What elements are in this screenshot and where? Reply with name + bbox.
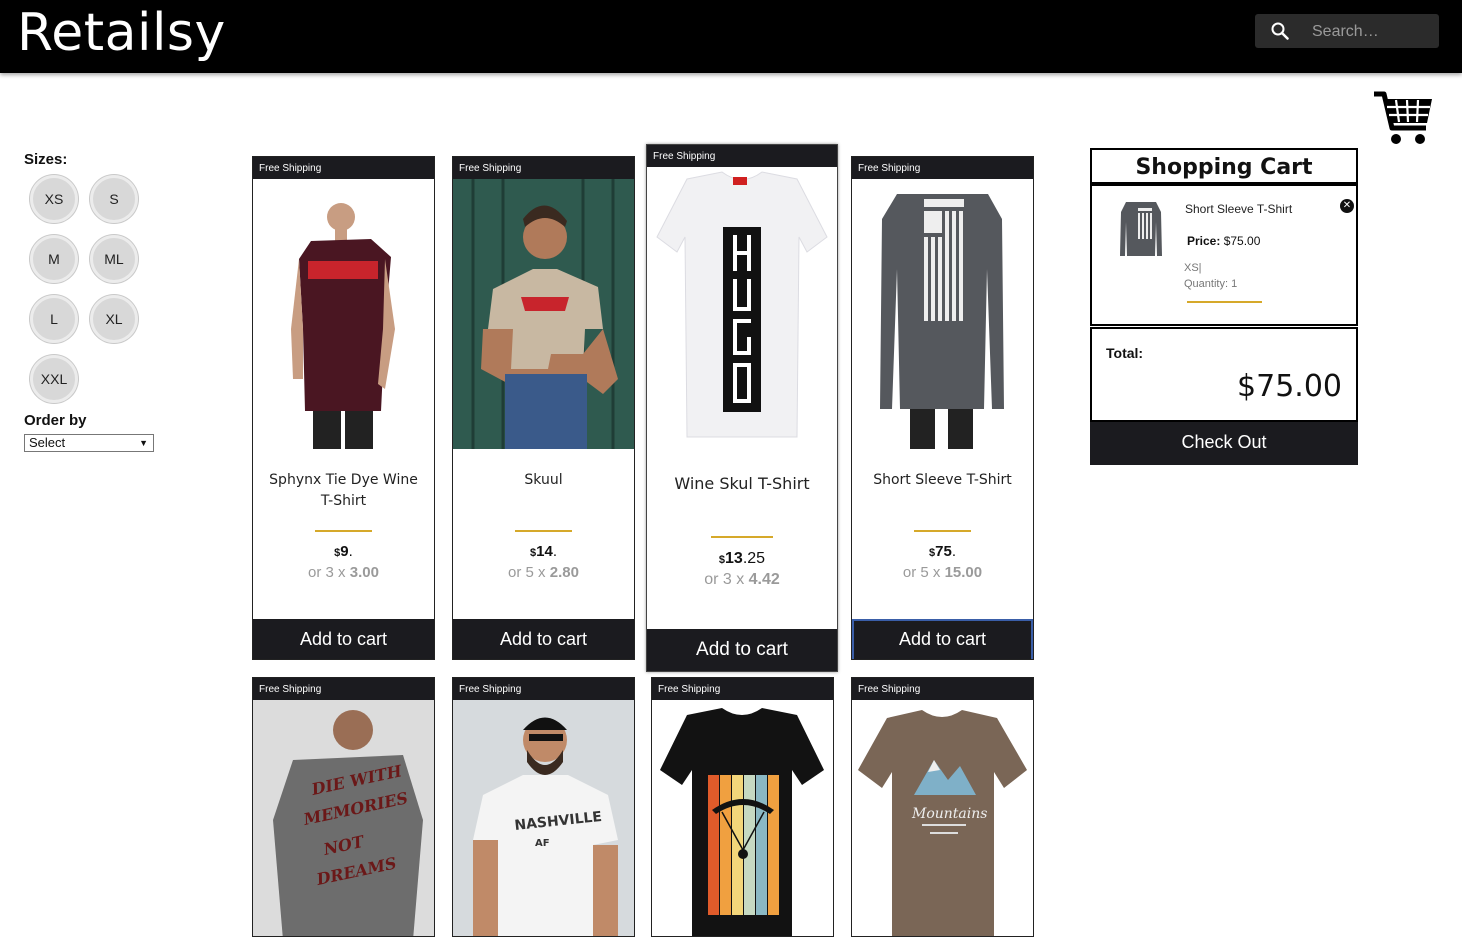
total-label: Total:: [1106, 345, 1144, 361]
top-bar: Retailsy: [0, 0, 1462, 73]
add-to-cart-button[interactable]: Add to cart: [453, 619, 634, 659]
free-shipping-badge: Free Shipping: [453, 678, 634, 700]
installment-price: or 3 x 4.42: [704, 571, 780, 588]
product-card[interactable]: Free Shipping Sphynx Tie Dye Wine T-Shir…: [252, 156, 435, 660]
size-xs-button[interactable]: XS: [30, 175, 78, 223]
order-by-select[interactable]: Select ▼: [24, 434, 154, 452]
installment-price: or 5 x 2.80: [508, 564, 579, 581]
checkout-button[interactable]: Check Out: [1090, 422, 1358, 465]
installment-price: or 5 x 15.00: [902, 564, 983, 581]
remove-item-close-icon[interactable]: ✕: [1340, 199, 1354, 213]
product-title: Short Sleeve T-Shirt: [873, 472, 1012, 488]
product-image-paragliding-tshirt[interactable]: [652, 700, 833, 936]
price-divider: [914, 530, 971, 532]
search-input[interactable]: [1310, 20, 1434, 44]
svg-text:AF: AF: [535, 838, 550, 849]
product-card[interactable]: Free Shipping Wine Skul T-Shirt $13.25 o…: [646, 144, 838, 672]
price-divider: [315, 530, 372, 532]
product-card[interactable]: Free Shipping: [651, 677, 834, 937]
cart-item-name: Short Sleeve T-Shirt: [1185, 202, 1293, 216]
free-shipping-badge: Free Shipping: [652, 678, 833, 700]
product-image-mountains-tshirt[interactable]: Mountains: [852, 700, 1033, 936]
product-card[interactable]: Free Shipping DIE WITH MEMORIES NOT DREA…: [252, 677, 435, 937]
product-image-levis-tshirt[interactable]: [453, 179, 634, 449]
product-card[interactable]: Free Shipping Mountains: [851, 677, 1034, 937]
add-to-cart-button[interactable]: Add to cart: [253, 619, 434, 659]
size-l-button[interactable]: L: [30, 295, 78, 343]
cart-item-size: XS|: [1184, 262, 1202, 274]
svg-text:Mountains: Mountains: [911, 806, 987, 822]
order-by-heading: Order by: [24, 412, 87, 429]
product-image-burgundy-tshirt[interactable]: [253, 179, 434, 449]
size-m-button[interactable]: M: [30, 235, 78, 283]
search-box[interactable]: [1255, 14, 1439, 48]
free-shipping-badge: Free Shipping: [253, 157, 434, 179]
free-shipping-badge: Free Shipping: [852, 678, 1033, 700]
price-divider: [515, 530, 572, 532]
product-title: Skuul: [524, 472, 563, 488]
add-to-cart-button[interactable]: Add to cart: [647, 629, 837, 671]
cart-title: Shopping Cart: [1090, 148, 1358, 184]
product-card[interactable]: Free Shipping Short Sleeve T-Shirt $75. …: [851, 156, 1034, 660]
total-amount: $75.00: [1237, 369, 1342, 404]
cart-item-divider: [1187, 301, 1262, 303]
price-divider: [711, 536, 773, 538]
site-logo[interactable]: Retailsy: [17, 3, 226, 63]
product-title: Wine Skul T-Shirt: [674, 474, 810, 493]
free-shipping-badge: Free Shipping: [647, 145, 837, 167]
product-price: $75.: [929, 543, 956, 560]
free-shipping-badge: Free Shipping: [253, 678, 434, 700]
product-price: $13.25: [718, 550, 766, 567]
cart-item-thumbnail: [1114, 198, 1168, 262]
shopping-cart-icon[interactable]: [1372, 88, 1434, 153]
dropdown-arrow-icon: ▼: [139, 438, 148, 448]
product-image-white-hugo-tshirt[interactable]: [647, 167, 837, 440]
sizes-heading: Sizes:: [24, 151, 68, 168]
product-title: Sphynx Tie Dye Wine T-Shirt: [269, 472, 418, 509]
add-to-cart-button[interactable]: Add to cart: [852, 619, 1033, 659]
order-by-value: Select: [29, 435, 66, 450]
size-ml-button[interactable]: ML: [90, 235, 138, 283]
installment-price: or 3 x 3.00: [308, 564, 379, 581]
product-image-nashville-tshirt[interactable]: NASHVILLE AF: [453, 700, 634, 936]
product-price: $14.: [530, 543, 557, 560]
cart-item-price: Price: $75.00: [1187, 234, 1261, 248]
size-xl-button[interactable]: XL: [90, 295, 138, 343]
cart-item-quantity: Quantity: 1: [1184, 278, 1238, 290]
free-shipping-badge: Free Shipping: [453, 157, 634, 179]
product-price: $9.: [334, 543, 353, 560]
cart-total-box: Total: $75.00: [1090, 327, 1358, 422]
product-card[interactable]: Free Shipping NASHVILLE AF: [452, 677, 635, 937]
product-image-freedom-longsleeve[interactable]: [852, 179, 1033, 449]
cart-item: Short Sleeve T-Shirt ✕ Price: $75.00 XS|…: [1090, 184, 1358, 326]
size-s-button[interactable]: S: [90, 175, 138, 223]
free-shipping-badge: Free Shipping: [852, 157, 1033, 179]
search-icon: [1271, 22, 1289, 40]
product-image-grey-graphic-tshirt[interactable]: DIE WITH MEMORIES NOT DREAMS: [253, 700, 434, 936]
size-xxl-button[interactable]: XXL: [30, 355, 78, 403]
product-card[interactable]: Free Shipping Skuul $14. or 5 x 2.80 Add…: [452, 156, 635, 660]
